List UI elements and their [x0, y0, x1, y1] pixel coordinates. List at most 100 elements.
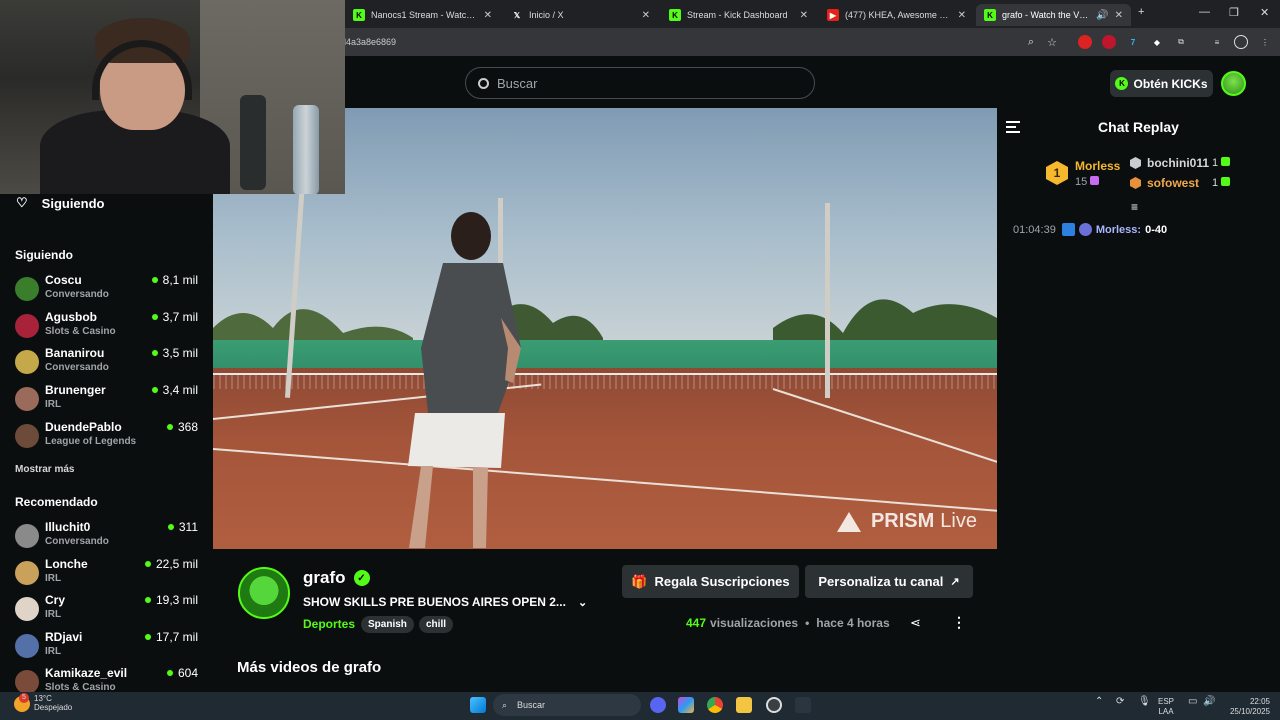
browser-tab-3[interactable]: K Stream - Kick Dashboard ✕ [661, 4, 816, 26]
leader-1-count-value: 15 [1075, 176, 1088, 188]
avatar [15, 597, 39, 621]
expand-leaderboard-icon[interactable]: ≡ [1131, 200, 1138, 214]
browser-tab-4[interactable]: ▶ (477) KHEA, Awesome Pierre - ✕ [819, 4, 974, 26]
obs-icon[interactable] [766, 697, 782, 713]
sidebar-channel-coscu[interactable]: Coscu Conversando 8,1 mil [15, 273, 203, 307]
viewer-count-value: 22,5 mil [155, 557, 198, 571]
message-username[interactable]: Morless: [1096, 224, 1141, 236]
sidebar-channel-agusbob[interactable]: Agusbob Slots & Casino 3,7 mil [15, 310, 203, 344]
leader-2-count: 1 [1212, 157, 1231, 169]
sidebar-channel-duendepablo[interactable]: DuendePablo League of Legends 368 [15, 420, 203, 454]
file-explorer-icon[interactable] [736, 697, 752, 713]
more-options-icon[interactable]: ⋮ [952, 614, 966, 631]
leader-3-name[interactable]: sofowest [1147, 176, 1199, 190]
tag-chill[interactable]: chill [419, 616, 454, 633]
extension-diamond-icon[interactable]: ◆ [1150, 35, 1164, 49]
avatar [15, 277, 39, 301]
weather-widget[interactable]: 5 13°C Despejado [14, 693, 73, 712]
show-more-link[interactable]: Mostrar más [15, 464, 74, 475]
minimize-icon[interactable]: — [1199, 6, 1210, 18]
viewer-count: 19,3 mil [144, 593, 198, 607]
close-icon[interactable]: ✕ [642, 10, 650, 21]
network-icon[interactable]: ▭ [1188, 697, 1197, 707]
browser-tab-5[interactable]: K grafo - Watch the VOD on 🔊 ✕ [976, 4, 1131, 26]
search-input[interactable]: Buscar [465, 67, 815, 99]
browser-tab-1[interactable]: K Nanocs1 Stream - Watch Live o ✕ [345, 4, 500, 26]
channel-name[interactable]: grafo [303, 568, 346, 588]
channel-name: Kamikaze_evil [45, 666, 128, 680]
gift-subscriptions-button[interactable]: 🎁 Regala Suscripciones [622, 565, 799, 598]
sidebar-channel-illuchit0[interactable]: Illuchit0 Conversando 311 [15, 520, 203, 554]
leader-2-name[interactable]: bochini011 [1147, 156, 1209, 170]
tray-sync-icon[interactable]: ⟳ [1116, 697, 1124, 707]
extension-lastpass-icon[interactable] [1102, 35, 1116, 49]
speaker-icon[interactable]: 🔊 [1096, 10, 1108, 21]
close-icon[interactable]: ✕ [958, 10, 966, 21]
verified-badge-icon: ✓ [353, 570, 370, 586]
viewer-count-value: 3,4 mil [162, 383, 198, 397]
following-section-title: Siguiendo [15, 248, 73, 262]
close-icon[interactable]: ✕ [800, 10, 808, 21]
sidebar-channel-kamikaze-evil[interactable]: Kamikaze_evil Slots & Casino 604 [15, 666, 203, 692]
stream-title-row[interactable]: SHOW SKILLS PRE BUENOS AIRES OPEN 2... ⌄ [303, 595, 587, 609]
extension-7tv-icon[interactable]: 7 [1126, 35, 1140, 49]
channel-name-row[interactable]: grafo ✓ [303, 568, 370, 588]
copilot-icon[interactable] [678, 697, 694, 713]
tag-spanish[interactable]: Spanish [361, 616, 414, 633]
message-timestamp: 01:04:39 [1013, 223, 1056, 236]
media-control-icon[interactable]: ≡ [1210, 35, 1224, 49]
sidebar-following-header[interactable]: ♡ Siguiendo [16, 194, 105, 212]
stream-category-link[interactable]: Deportes [303, 617, 355, 631]
language-indicator[interactable]: ESP LAA [1158, 697, 1174, 717]
customize-channel-button[interactable]: Personaliza tu canal ↗ [805, 565, 973, 598]
extensions-puzzle-icon[interactable]: ⧉ [1174, 35, 1188, 49]
new-tab-button[interactable]: + [1138, 6, 1144, 18]
chat-title: Chat Replay [1098, 119, 1179, 135]
discord-icon[interactable] [650, 697, 666, 713]
sidebar-channel-rdjavi[interactable]: RDjavi IRL 17,7 mil [15, 630, 203, 664]
browser-tab-2[interactable]: 𝕏 Inicio / X ✕ [503, 4, 658, 26]
app-icon[interactable] [795, 697, 811, 713]
channel-avatar[interactable] [238, 567, 290, 619]
user-avatar[interactable] [1221, 71, 1246, 96]
channel-category: IRL [45, 573, 62, 584]
taskbar-search-label: Buscar [517, 700, 546, 710]
close-icon[interactable]: ✕ [484, 10, 492, 21]
avatar [15, 424, 39, 448]
taskbar-search[interactable]: ⌕ Buscar [493, 694, 641, 716]
chevron-down-icon[interactable]: ⌄ [578, 596, 587, 609]
maximize-icon[interactable]: ❐ [1229, 6, 1239, 19]
microphone-icon[interactable]: 🎙 [1138, 697, 1151, 707]
tray-chevron-icon[interactable]: ⌃ [1095, 697, 1103, 707]
language-code: ESP [1158, 697, 1175, 706]
clock[interactable]: 22:05 25/10/2025 [1224, 697, 1270, 717]
sidebar-channel-brunenger[interactable]: Brunenger IRL 3,4 mil [15, 383, 203, 417]
get-kicks-button[interactable]: K Obtén KICKs [1110, 70, 1213, 97]
weather-desc: Despejado [34, 703, 73, 712]
live-dot-icon [151, 387, 158, 393]
avatar [15, 670, 39, 692]
zoom-icon[interactable]: ⌕ [1024, 35, 1038, 49]
sidebar-channel-bananirou[interactable]: Bananirou Conversando 3,5 mil [15, 346, 203, 380]
live-dot-icon [144, 634, 151, 640]
bookmark-star-icon[interactable]: ☆ [1045, 35, 1059, 49]
leader-1-name[interactable]: Morless [1075, 159, 1120, 173]
viewer-count-value: 311 [178, 520, 198, 534]
light-pole [825, 203, 830, 398]
share-icon[interactable]: ⋖ [910, 615, 921, 631]
window-close-icon[interactable]: ✕ [1260, 6, 1269, 19]
windows-start-icon[interactable] [470, 697, 486, 713]
sidebar-channel-cry[interactable]: Cry IRL 19,3 mil [15, 593, 203, 627]
tab-title: Inicio / X [529, 10, 564, 20]
profile-icon[interactable] [1234, 35, 1248, 49]
more-videos-title: Más videos de grafo [237, 659, 382, 676]
leader-2-count-value: 1 [1212, 157, 1219, 169]
sidebar-channel-lonche[interactable]: Lonche IRL 22,5 mil [15, 557, 203, 591]
live-dot-icon [167, 524, 174, 530]
close-icon[interactable]: ✕ [1115, 10, 1123, 21]
browser-menu-icon[interactable]: ⋮ [1258, 35, 1272, 49]
extension-red-icon[interactable] [1078, 35, 1092, 49]
chrome-icon[interactable] [707, 697, 723, 713]
volume-icon[interactable]: 🔊 [1203, 697, 1215, 707]
url-text[interactable]: l4a3a8e6869 [344, 37, 396, 47]
